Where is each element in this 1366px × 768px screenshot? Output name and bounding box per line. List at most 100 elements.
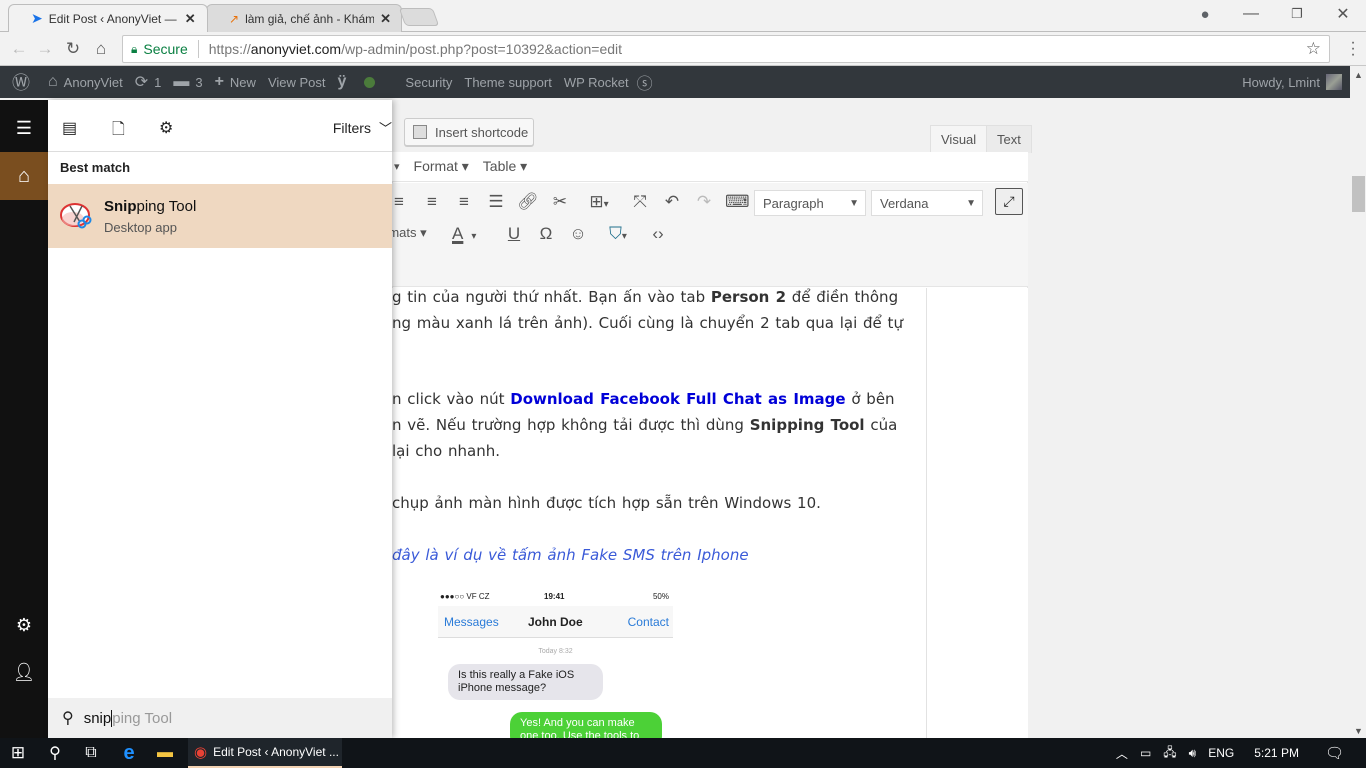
close-window-button[interactable]: ✕ bbox=[1320, 0, 1366, 28]
file-explorer-icon[interactable]: ▬ bbox=[148, 738, 182, 768]
shortcode-s-icon[interactable]: ⛉▾ bbox=[600, 224, 636, 244]
browser-tab-bar: ➤ Edit Post ‹ AnonyViet — W ✕ ↗ làm giả,… bbox=[0, 0, 1366, 32]
language-indicator[interactable]: ENG bbox=[1208, 746, 1234, 760]
special-character-icon[interactable]: Ω bbox=[535, 224, 557, 244]
unlink-icon[interactable]: ✂ bbox=[549, 192, 571, 212]
shortcode-icon bbox=[413, 125, 427, 139]
task-view-icon[interactable]: ⧉ bbox=[74, 738, 108, 768]
result-name: Snipping Tool bbox=[104, 198, 197, 215]
new-tab-button[interactable] bbox=[398, 8, 440, 26]
underline-icon[interactable]: U bbox=[503, 224, 525, 244]
new-content-link[interactable]: + New bbox=[215, 73, 256, 91]
search-result-snipping-tool[interactable]: Snipping Tool Desktop app bbox=[48, 184, 392, 248]
restore-button[interactable]: ❐ bbox=[1274, 0, 1320, 28]
download-link-text: Download Facebook Full Chat as Image bbox=[510, 390, 846, 408]
chevron-down-icon: ▼ bbox=[966, 197, 976, 209]
tab-title: Edit Post ‹ AnonyViet — W bbox=[48, 11, 179, 26]
menu-partial-dropdown[interactable]: ▾ bbox=[394, 160, 400, 173]
toolbar-toggle-icon[interactable]: ⌨ bbox=[725, 192, 750, 212]
tab-text[interactable]: Text bbox=[986, 125, 1032, 153]
home-icon[interactable]: ⌂ bbox=[0, 152, 48, 200]
site-name-link[interactable]: ⌂ AnonyViet bbox=[48, 73, 123, 91]
address-bar[interactable]: 🔒︎ Secure https:// anonyviet.com /wp-adm… bbox=[122, 35, 1330, 63]
redo-icon[interactable]: ↷ bbox=[693, 192, 715, 212]
theme-support-link[interactable]: Theme support bbox=[464, 75, 551, 90]
align-center-icon[interactable]: ≡ bbox=[421, 192, 443, 212]
chevron-down-icon: ▼ bbox=[849, 197, 859, 209]
insert-shortcode-button[interactable]: Insert shortcode bbox=[404, 118, 534, 146]
forward-icon[interactable]: → bbox=[34, 38, 56, 60]
undo-icon[interactable]: ↶ bbox=[661, 192, 683, 212]
view-post-link[interactable]: View Post bbox=[268, 75, 326, 90]
table-icon[interactable]: ⊞▾ bbox=[582, 192, 616, 212]
formats-dropdown[interactable]: rmats ▾ bbox=[384, 225, 444, 241]
menu-format[interactable]: Format ▾ bbox=[414, 158, 469, 175]
filters-dropdown[interactable]: Filters ﹀ bbox=[333, 118, 392, 137]
emoji-icon[interactable]: ☺ bbox=[567, 224, 589, 244]
expand-icon[interactable]: ⤧ bbox=[629, 192, 651, 212]
apps-filter-icon[interactable]: ▤ bbox=[62, 118, 77, 138]
code-icon[interactable]: ‹› bbox=[647, 224, 669, 244]
taskbar-chrome-window[interactable]: ◉ Edit Post ‹ AnonyViet ... bbox=[188, 738, 342, 768]
result-type: Desktop app bbox=[104, 220, 177, 235]
volume-icon[interactable]: 🔊︎ bbox=[1189, 746, 1197, 761]
search-input[interactable]: ⚲ snip ping Tool bbox=[48, 698, 392, 738]
scroll-up-icon[interactable]: ▲ bbox=[1354, 70, 1363, 80]
link-icon[interactable]: 🔗︎ bbox=[517, 192, 539, 212]
settings-filter-icon[interactable]: ⚙ bbox=[159, 118, 173, 138]
align-right-icon[interactable]: ≡ bbox=[453, 192, 475, 212]
reload-icon[interactable]: ↻ bbox=[62, 38, 84, 60]
hamburger-menu-icon[interactable]: ☰ bbox=[0, 118, 48, 139]
phone-status-bar: ●●●○○ VF CZ 19:41 50% bbox=[440, 592, 669, 601]
show-hidden-icons-chevron[interactable]: ︿ bbox=[1116, 745, 1128, 762]
security-link[interactable]: Security bbox=[405, 75, 452, 90]
comments-link[interactable]: ▬ 3 bbox=[173, 73, 202, 91]
action-center-icon[interactable]: 🗨︎ bbox=[1325, 744, 1344, 762]
clock[interactable]: 5:21 PM bbox=[1254, 746, 1299, 760]
close-tab-icon[interactable]: ✕ bbox=[185, 11, 196, 27]
yoast-icon[interactable]: ÿ bbox=[338, 73, 353, 91]
url-scheme: https:// bbox=[208, 41, 251, 57]
tab-edit-post[interactable]: ➤ Edit Post ‹ AnonyViet — W ✕ bbox=[8, 4, 208, 32]
chrome-menu-icon[interactable]: · · · bbox=[1348, 35, 1358, 63]
font-family-select[interactable]: Verdana ▼ bbox=[871, 190, 983, 216]
paragraph-line: lại cho nhanh. bbox=[392, 442, 500, 460]
tab-lam-gia[interactable]: ↗ làm giả, chế ảnh - Khám p ✕ bbox=[206, 4, 402, 32]
plus-icon: + bbox=[214, 73, 224, 90]
editor-menubar: ▾ Format ▾ Table ▾ bbox=[392, 152, 1028, 182]
scroll-down-icon[interactable]: ▼ bbox=[1354, 726, 1363, 736]
feedback-icon[interactable]: 👤︎ bbox=[0, 662, 48, 683]
search-icon[interactable]: ⚲ bbox=[38, 738, 72, 768]
text-color-icon[interactable]: A ▾ bbox=[452, 224, 492, 244]
updates-link[interactable]: ⟳ 1 bbox=[135, 72, 162, 92]
scrollbar-thumb[interactable] bbox=[1352, 176, 1365, 212]
battery-icon[interactable]: ▭ bbox=[1140, 746, 1151, 760]
user-account-menu[interactable]: Howdy, Lmint bbox=[1242, 74, 1342, 90]
wordpress-logo-icon[interactable]: Ⓦ bbox=[12, 69, 36, 95]
windows-start-icon[interactable]: ⊞ bbox=[0, 738, 36, 768]
documents-filter-icon[interactable]: 🗋 bbox=[112, 118, 125, 145]
updates-icon: ⟳ bbox=[134, 74, 149, 91]
system-tray: ︿ ▭ 🖧︎ 🔊︎ ENG 5:21 PM 🗨︎ bbox=[1116, 738, 1366, 768]
back-icon[interactable]: ← bbox=[8, 38, 30, 60]
outgoing-message: Yes! And you can make one too. Use the t… bbox=[510, 712, 662, 738]
bookmark-star-icon[interactable]: ☆ bbox=[1306, 39, 1321, 59]
tab-title: làm giả, chế ảnh - Khám p bbox=[245, 11, 375, 26]
message-timestamp: Today 8:32 bbox=[538, 648, 573, 655]
distraction-free-button[interactable]: ⤢ bbox=[995, 188, 1023, 215]
home-icon[interactable]: ⌂ bbox=[90, 38, 112, 60]
secure-label: Secure bbox=[143, 41, 188, 57]
align-justify-icon[interactable]: ☰ bbox=[485, 192, 507, 212]
minimize-button[interactable]: — bbox=[1228, 0, 1274, 28]
edge-icon[interactable]: e bbox=[112, 738, 146, 768]
page-scrollbar[interactable]: ▲ ▼ bbox=[1350, 66, 1366, 738]
close-tab-icon[interactable]: ✕ bbox=[380, 11, 391, 27]
menu-table[interactable]: Table ▾ bbox=[483, 158, 527, 175]
settings-gear-icon[interactable]: ⚙ bbox=[0, 615, 48, 636]
wp-rocket-link[interactable]: WP Rocket ⓢ bbox=[564, 70, 659, 94]
tab-visual[interactable]: Visual bbox=[930, 125, 988, 153]
block-format-select[interactable]: Paragraph ▼ bbox=[754, 190, 866, 216]
fake-sms-image[interactable]: ●●●○○ VF CZ 19:41 50% Messages John Doe … bbox=[438, 590, 673, 738]
network-icon[interactable]: 🖧︎ bbox=[1163, 743, 1176, 764]
profile-icon[interactable]: ● bbox=[1182, 0, 1228, 28]
